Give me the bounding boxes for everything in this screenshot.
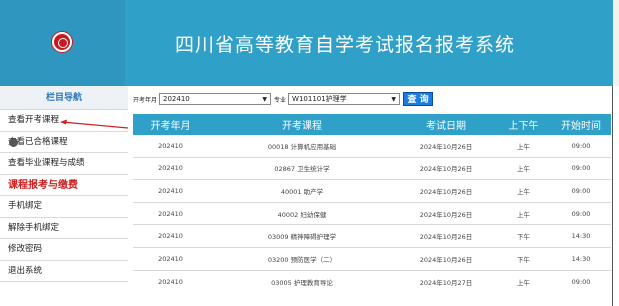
column-header: 开考课程 — [282, 121, 322, 132]
table-cell: 09:00 — [571, 186, 591, 195]
table-cell: 09:00 — [571, 209, 591, 218]
table-cell: 2024年10月26日 — [419, 165, 473, 174]
courses-table: 开考年月 开考课程 考试日期 上下午 开始时间 202410 00018 计算机… — [133, 114, 611, 293]
sidebar-item-bind-phone[interactable]: 手机绑定 — [0, 196, 128, 218]
table-cell: 14:30 — [571, 254, 591, 263]
table-cell: 2024年10月27日 — [419, 278, 473, 287]
table-cell: 上午 — [517, 165, 530, 174]
annotation-arrow-icon — [60, 119, 129, 129]
year-select-value: 202410 — [163, 95, 190, 103]
table-cell: 202410 — [158, 232, 183, 241]
table-row: 202410 03009 精神障碍护理学 2024年10月26日 下午 14:3… — [133, 225, 611, 248]
table-cell: 上午 — [517, 142, 530, 151]
table-cell: 上午 — [517, 210, 530, 219]
table-cell: 02867 卫生统计学 — [274, 165, 330, 174]
table-cell: 下午 — [517, 255, 530, 264]
sidebar-header: 栏目导航 — [0, 86, 128, 110]
mouse-cursor-icon — [9, 137, 18, 147]
table-cell: 202410 — [158, 164, 183, 173]
chevron-down-icon: ▼ — [262, 96, 268, 103]
column-header: 开始时间 — [561, 121, 601, 132]
page-header: 四川省高等教育自学考试报名报考系统 — [0, 0, 619, 86]
table-row: 202410 40001 助产学 2024年10月26日 上午 09:00 — [133, 180, 611, 203]
emblem-logo — [52, 32, 72, 52]
sidebar-item-unbind-phone[interactable]: 解除手机绑定 — [0, 218, 128, 239]
major-label: 专业 — [274, 96, 287, 104]
table-cell: 202410 — [158, 186, 183, 195]
table-cell: 03009 精神障碍护理学 — [267, 233, 337, 242]
table-cell: 202410 — [158, 141, 183, 150]
table-cell: 09:00 — [571, 277, 591, 286]
year-label: 开考年月 — [133, 96, 158, 104]
column-header: 开考年月 — [150, 121, 191, 132]
table-cell: 40002 妇幼保健 — [277, 210, 327, 219]
table-cell: 202410 — [158, 209, 183, 218]
table-header: 开考年月 开考课程 考试日期 上下午 开始时间 — [133, 114, 611, 135]
major-select[interactable]: W101101护理学 ▼ — [288, 93, 401, 105]
query-button[interactable]: 查 询 — [403, 92, 434, 106]
table-row: 202410 02867 卫生统计学 2024年10月26日 上午 09:00 — [133, 158, 611, 181]
filter-toolbar: 开考年月 202410 ▼ 专业 W101101护理学 ▼ 查 询 — [133, 91, 434, 107]
table-cell: 2024年10月26日 — [419, 187, 473, 196]
table-cell: 2024年10月26日 — [419, 210, 473, 219]
sidebar-item-passed-courses[interactable]: 查看已合格课程 — [0, 132, 128, 153]
table-cell: 03005 护理教育导论 — [271, 278, 333, 287]
title-banner: 四川省高等教育自学考试报名报考系统 — [125, 0, 613, 86]
table-cell: 202410 — [158, 277, 183, 286]
table-cell: 40001 助产学 — [280, 187, 324, 196]
table-cell: 2024年10月26日 — [419, 233, 473, 242]
table-cell: 2024年10月26日 — [419, 255, 473, 264]
table-cell: 上午 — [517, 278, 530, 287]
table-row: 202410 40002 妇幼保健 2024年10月26日 上午 09:00 — [133, 203, 611, 226]
column-header: 上下午 — [508, 121, 539, 132]
sidebar-item-logout[interactable]: 退出系统 — [0, 261, 128, 282]
sidebar-item-graduation-courses[interactable]: 查看毕业课程与成绩 — [0, 153, 128, 175]
major-select-value: W101101护理学 — [292, 95, 347, 103]
year-select[interactable]: 202410 ▼ — [159, 93, 272, 105]
table-cell: 下午 — [517, 233, 530, 242]
table-cell: 03200 预防医学（二） — [267, 255, 337, 264]
logo-area — [0, 0, 125, 86]
table-cell: 09:00 — [571, 141, 591, 150]
chevron-down-icon: ▼ — [391, 96, 397, 103]
sidebar-item-registration-payment[interactable]: 课程报考与缴费 — [0, 175, 128, 196]
page-border — [612, 86, 613, 306]
sidebar-item-change-password[interactable]: 修改密码 — [0, 239, 128, 261]
column-header: 考试日期 — [426, 121, 466, 132]
table-row: 202410 03005 护理教育导论 2024年10月27日 上午 09:00 — [133, 271, 611, 294]
table-row: 202410 03200 预防医学（二） 2024年10月26日 下午 14:3… — [133, 248, 611, 271]
table-cell: 00018 计算机应用基础 — [267, 142, 337, 151]
table-cell: 14:30 — [571, 232, 591, 241]
table-cell: 09:00 — [571, 164, 591, 173]
table-cell: 2024年10月26日 — [419, 142, 473, 151]
page-title: 四川省高等教育自学考试报名报考系统 — [175, 34, 516, 56]
table-cell: 202410 — [158, 254, 183, 263]
table-cell: 上午 — [517, 187, 530, 196]
table-row: 202410 00018 计算机应用基础 2024年10月26日 上午 09:0… — [133, 135, 611, 158]
